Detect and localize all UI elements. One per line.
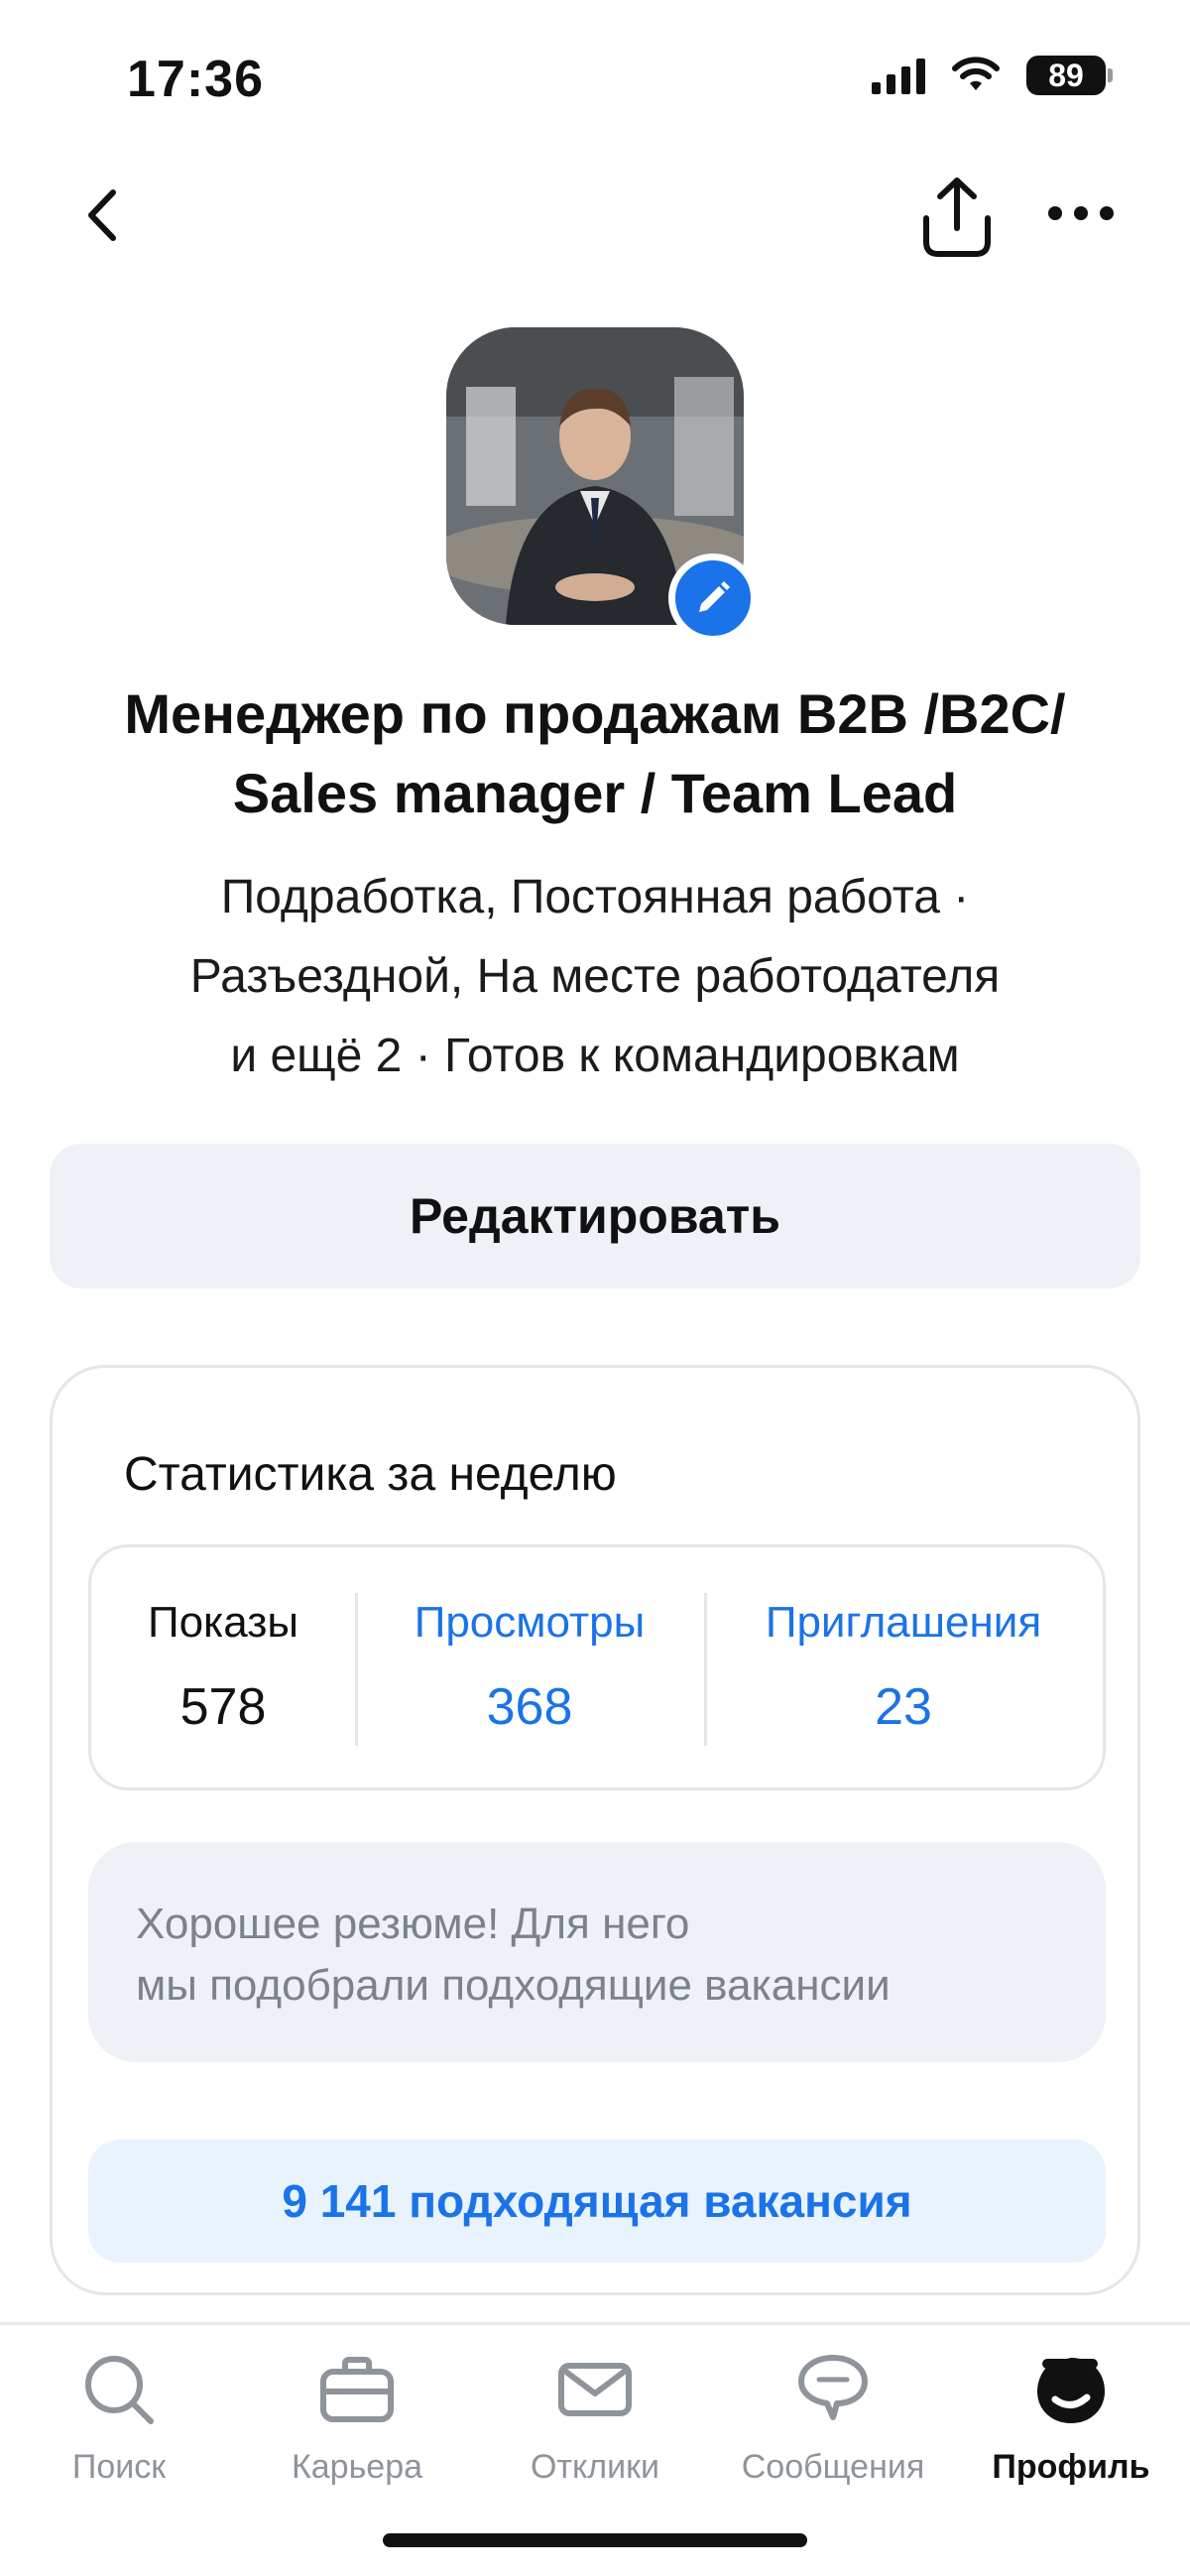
chevron-left-icon (88, 189, 116, 241)
stats-box: Показы 578 Просмотры 368 Приглашения 23 (88, 1544, 1106, 1790)
status-bar: 17:36 89 (0, 0, 1190, 149)
pencil-icon (699, 581, 730, 612)
tab-profile[interactable]: Профиль (952, 2345, 1190, 2494)
more-dots-icon (1048, 206, 1114, 220)
more-button[interactable] (1041, 188, 1121, 238)
edit-resume-button[interactable]: Редактировать (50, 1144, 1140, 1288)
tab-responses[interactable]: Отклики (476, 2345, 714, 2494)
stat-label: Показы (147, 1598, 299, 1647)
cellular-signal-icon (872, 57, 925, 94)
back-button[interactable] (75, 181, 135, 250)
share-icon (923, 178, 991, 257)
resume-details-line: Разъездной, На месте работодателя (189, 950, 1001, 1003)
stat-views[interactable]: Просмотры 368 (355, 1547, 704, 1787)
top-navigation (0, 159, 1190, 268)
tab-label: Отклики (531, 2448, 659, 2486)
resume-title: Менеджер по продажам B2B /B2C/ Sales man… (124, 682, 1066, 824)
tab-messages[interactable]: Сообщения (714, 2345, 952, 2494)
status-time: 17:36 (127, 51, 264, 108)
battery-level: 89 (1026, 56, 1106, 95)
stats-title: Статистика за неделю (124, 1448, 617, 1501)
chat-bubble-icon (798, 2355, 868, 2420)
stat-value: 23 (875, 1678, 932, 1736)
resume-details: Подработка, Постоянная работа · Разъездн… (60, 858, 1130, 1096)
tab-search[interactable]: Поиск (0, 2345, 238, 2494)
resume-advice: Хорошее резюме! Для него мы подобрали по… (88, 1842, 1106, 2062)
resume-details-line: Подработка, Постоянная работа · (220, 871, 970, 923)
wifi-icon (952, 57, 1000, 90)
search-icon (85, 2356, 154, 2424)
share-button[interactable] (916, 173, 998, 262)
status-icons: 89 (872, 56, 1113, 95)
battery-icon: 89 (1026, 56, 1113, 95)
weekly-stats-card: Статистика за неделю Показы 578 Просмотр… (50, 1365, 1140, 2295)
resume-details-line: и ещё 2 · Готов к командировкам (230, 1030, 960, 1082)
tab-label: Карьера (291, 2448, 423, 2486)
profile-logo-icon (1037, 2358, 1105, 2423)
tab-label: Сообщения (741, 2448, 925, 2486)
stat-invitations[interactable]: Приглашения 23 (704, 1547, 1103, 1787)
stat-impressions: Показы 578 (91, 1547, 355, 1787)
stat-value: 578 (179, 1678, 267, 1736)
stat-value: 368 (486, 1678, 573, 1736)
advice-line: Хорошее резюме! Для него (136, 1900, 690, 1948)
envelope-icon (558, 2363, 632, 2416)
matching-vacancies-button[interactable]: 9 141 подходящая вакансия (88, 2140, 1106, 2263)
stat-label: Приглашения (765, 1598, 1042, 1647)
home-indicator (383, 2533, 807, 2547)
briefcase-icon (320, 2357, 394, 2422)
tab-label: Поиск (71, 2448, 167, 2486)
edit-avatar-button[interactable] (668, 553, 758, 643)
stat-label: Просмотры (414, 1598, 646, 1647)
tab-career[interactable]: Карьера (238, 2345, 476, 2494)
advice-line: мы подобрали подходящие вакансии (136, 1961, 891, 2010)
tab-label: Профиль (992, 2448, 1150, 2486)
